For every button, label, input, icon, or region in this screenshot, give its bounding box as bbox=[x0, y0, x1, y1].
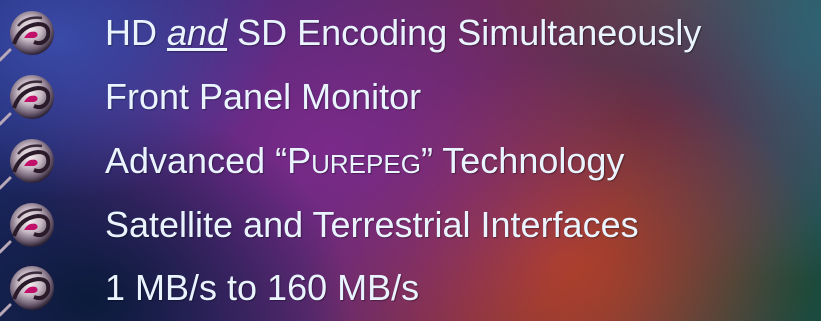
feature-text: Satellite and Terrestrial Interfaces bbox=[105, 204, 639, 245]
swirl-bullet-icon bbox=[0, 137, 56, 190]
feature-text: 1 MB/s to 160 MB/s bbox=[105, 267, 420, 308]
swirl-bullet-icon bbox=[0, 264, 56, 317]
swirl-bullet-icon bbox=[0, 9, 56, 62]
feature-text: HD and SD Encoding Simultaneously bbox=[105, 12, 702, 53]
swirl-bullet-icon bbox=[0, 73, 56, 126]
feature-text: Advanced “PUREPEG” Technology bbox=[105, 140, 625, 181]
feature-text: Front Panel Monitor bbox=[105, 76, 422, 117]
swirl-bullet-icon bbox=[0, 201, 56, 254]
feature-list: HD and SD Encoding Simultaneously Front … bbox=[0, 0, 821, 321]
